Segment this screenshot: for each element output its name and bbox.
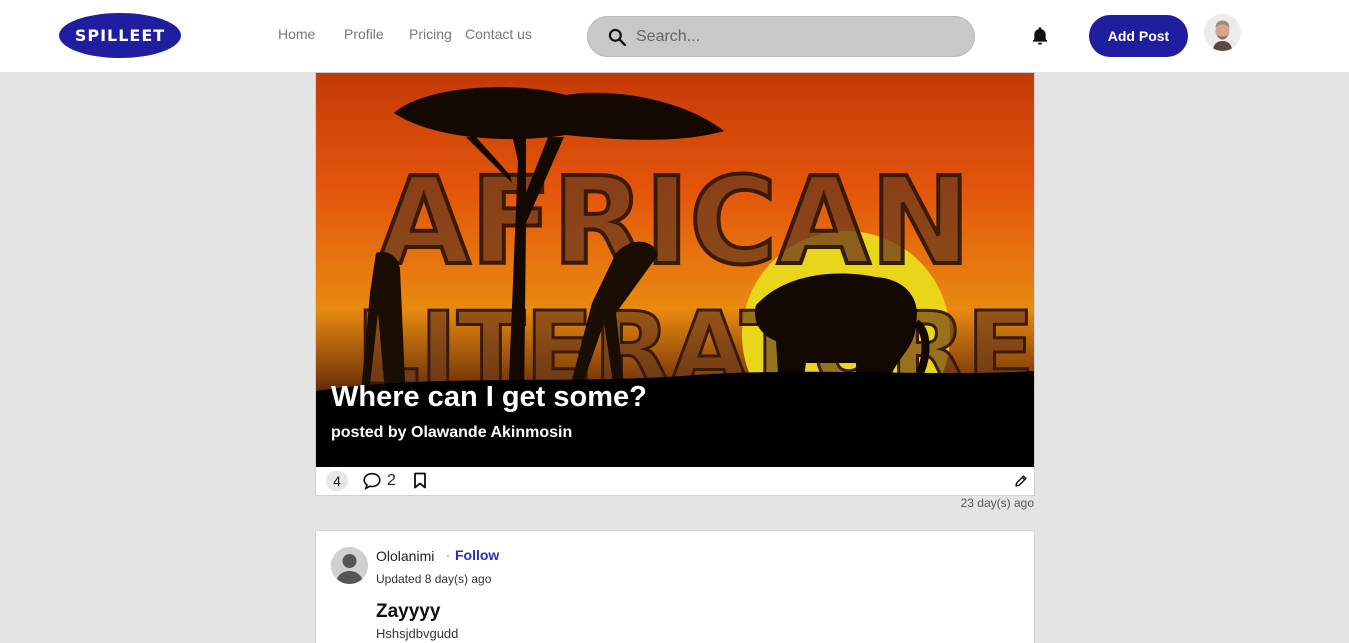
nav-link-profile[interactable]: Profile: [344, 26, 384, 42]
featured-post-author: posted by Olawande Akinmosin: [331, 424, 573, 441]
notification-bell-icon[interactable]: [1029, 25, 1051, 47]
add-post-button[interactable]: Add Post: [1089, 15, 1188, 57]
follow-button[interactable]: Follow: [455, 547, 499, 563]
nav-link-pricing[interactable]: Pricing: [409, 26, 452, 42]
post-author-name[interactable]: Ololanimi: [376, 548, 434, 564]
image-text-african: AFRICAN: [377, 153, 970, 292]
edit-pencil-icon[interactable]: [1014, 474, 1028, 488]
post-excerpt: Hshsjdbvgudd: [376, 626, 459, 641]
top-navbar: SPILLEET Home Profile Pricing Contact us…: [0, 0, 1349, 72]
post-updated-time: Updated 8 day(s) ago: [376, 572, 492, 586]
post-card: Ololanimi · Follow Updated 8 day(s) ago …: [315, 530, 1035, 643]
featured-post-image[interactable]: AFRICAN LITERATURE Where can I get some?…: [316, 73, 1034, 467]
user-avatar[interactable]: [1204, 14, 1241, 51]
separator-dot: ·: [446, 548, 450, 562]
author-avatar[interactable]: [331, 547, 368, 584]
comment-icon[interactable]: [362, 472, 382, 490]
search-bar: [587, 16, 975, 57]
search-input[interactable]: [636, 25, 956, 49]
logo-text: SPILLEET: [74, 26, 166, 45]
nav-link-contact[interactable]: Contact us: [465, 26, 532, 42]
bookmark-icon[interactable]: [413, 472, 427, 489]
like-count-badge[interactable]: 4: [326, 471, 348, 491]
featured-post-timestamp: 23 day(s) ago: [960, 496, 1034, 510]
featured-post-card: AFRICAN LITERATURE Where can I get some?…: [315, 72, 1035, 496]
search-icon: [608, 28, 627, 47]
post-title[interactable]: Zayyyy: [376, 601, 440, 623]
nav-link-home[interactable]: Home: [278, 26, 315, 42]
spilleet-logo[interactable]: SPILLEET: [59, 13, 181, 58]
comment-count: 2: [387, 472, 396, 489]
post-actions-bar: 4 2: [316, 467, 1034, 495]
featured-post-title[interactable]: Where can I get some?: [331, 381, 647, 414]
